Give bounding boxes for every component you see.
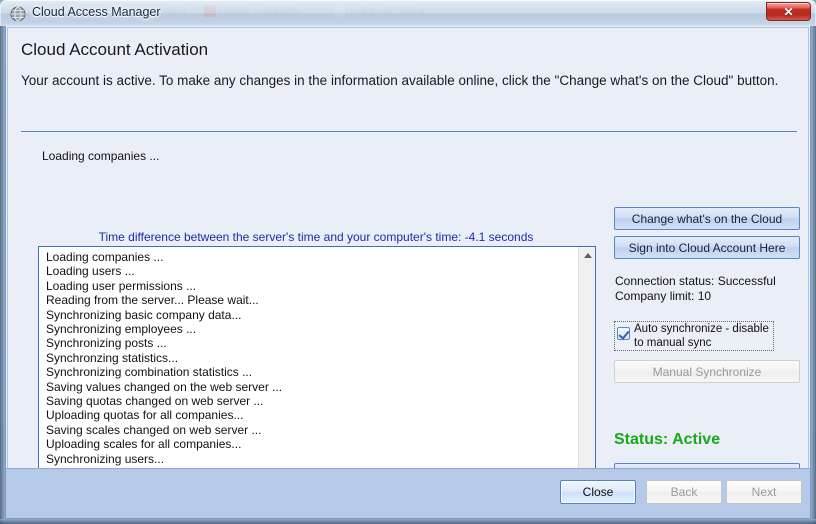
sync-log-line: Synchronzing statistics... [46, 350, 179, 365]
window-edge-bottom [0, 519, 816, 524]
sync-log-line: Uploading quotas for all companies... [46, 408, 244, 423]
sync-log-line: Synchronizing users... [46, 451, 165, 466]
account-status-badge: Status: Active [614, 431, 721, 448]
auto-synchronize-checkbox-group[interactable]: Auto synchronize - disable to manual syn… [614, 321, 774, 351]
sync-log-line: Loading users ... [46, 264, 135, 279]
sync-log-line: Synchronizing combination statistics ... [46, 365, 253, 380]
page-title: Cloud Account Activation [21, 40, 209, 59]
sync-log-line: Saving scales changed on web server ... [46, 422, 262, 437]
sync-log-listbox[interactable]: Loading companies ... Loading users ... Lo… [38, 246, 596, 494]
sync-log-scrollbar[interactable] [578, 247, 595, 493]
scroll-up-icon[interactable] [579, 247, 595, 264]
back-button: Back [646, 480, 722, 504]
title-bar[interactable]: Cloud Access Manager ✕ [0, 0, 816, 26]
sync-log-line: Reading from the server... Please wait..… [46, 293, 259, 308]
window-title: Cloud Access Manager [32, 5, 161, 19]
sync-log-line: Loading companies ... [46, 250, 164, 264]
auto-synchronize-checkbox[interactable] [617, 327, 630, 340]
close-window-button[interactable]: ✕ [766, 2, 811, 21]
sync-log-line: Saving quotas changed on web server ... [46, 394, 264, 409]
connection-status-text: Connection status: Successful [615, 274, 776, 288]
globe-icon [10, 6, 26, 22]
manual-synchronize-button: Manual Synchronize [614, 360, 800, 383]
header-divider [21, 131, 797, 132]
company-limit-text: Company limit: 10 [615, 289, 712, 303]
sync-log-line: Saving values changed on the web server … [46, 379, 283, 394]
sync-log-line: Uploading scales for all companies... [46, 437, 242, 452]
close-icon: ✕ [783, 4, 794, 19]
window-edge-right [811, 22, 816, 524]
page-description: Your account is active. To make any chan… [21, 73, 779, 88]
cloud-access-manager-window: Cloud Access Manager ✕ Cloud Account Act… [0, 0, 816, 524]
next-button: Next [726, 480, 802, 504]
change-cloud-button[interactable]: Change what's on the Cloud [614, 207, 800, 230]
auto-synchronize-label: Auto synchronize - disable to manual syn… [634, 323, 769, 349]
sync-log-line: Synchronizing employees ... [46, 322, 197, 337]
dialog-inner-panel: Cloud Account Activation Your account is… [7, 27, 809, 494]
time-difference-text: Time difference between the server's tim… [98, 230, 534, 244]
sync-log-line: Synchronizing posts ... [46, 336, 167, 351]
loading-status-text: Loading companies ... [42, 149, 160, 163]
dialog-footer: Close Back Next [5, 468, 811, 519]
sync-log-lines: Loading companies ... Loading users ... Lo… [39, 247, 576, 493]
dialog-client-area: Cloud Account Activation Your account is… [5, 26, 811, 494]
sync-log-line: Loading user permissions ... [46, 278, 197, 293]
close-button[interactable]: Close [560, 480, 636, 504]
sync-log-line: Synchronizing basic company data... [46, 307, 242, 322]
sign-into-cloud-button[interactable]: Sign into Cloud Account Here [614, 236, 800, 259]
